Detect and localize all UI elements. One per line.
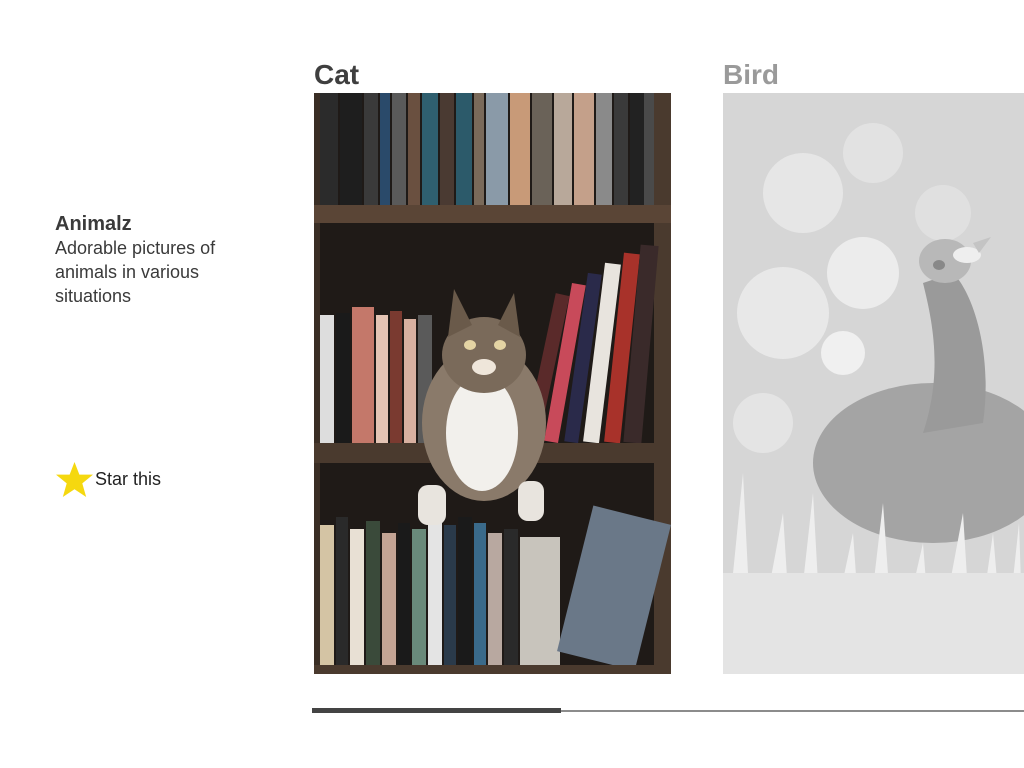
star-label: Star this <box>95 469 162 489</box>
page: Animalz Adorable pictures of animals in … <box>0 0 1024 768</box>
card-title: Bird <box>723 59 779 90</box>
card-cat[interactable]: Cat <box>314 58 671 674</box>
peacock-in-grass-image[interactable] <box>723 93 1024 674</box>
sidebar: Animalz Adorable pictures of animals in … <box>55 212 265 308</box>
gallery[interactable]: Cat Bird <box>314 58 1024 678</box>
gallery-progress-indicator[interactable] <box>312 708 562 713</box>
app-title: Animalz <box>55 213 132 235</box>
star-button[interactable]: Star this <box>55 461 161 498</box>
card-bird[interactable]: Bird <box>723 58 1024 674</box>
star-icon <box>56 461 93 498</box>
app-description: Adorable pictures of animals in various … <box>55 238 216 306</box>
gallery-progress-track[interactable] <box>312 708 1024 713</box>
card-title: Cat <box>314 59 360 90</box>
cat-on-bookshelf-image[interactable] <box>314 93 671 674</box>
